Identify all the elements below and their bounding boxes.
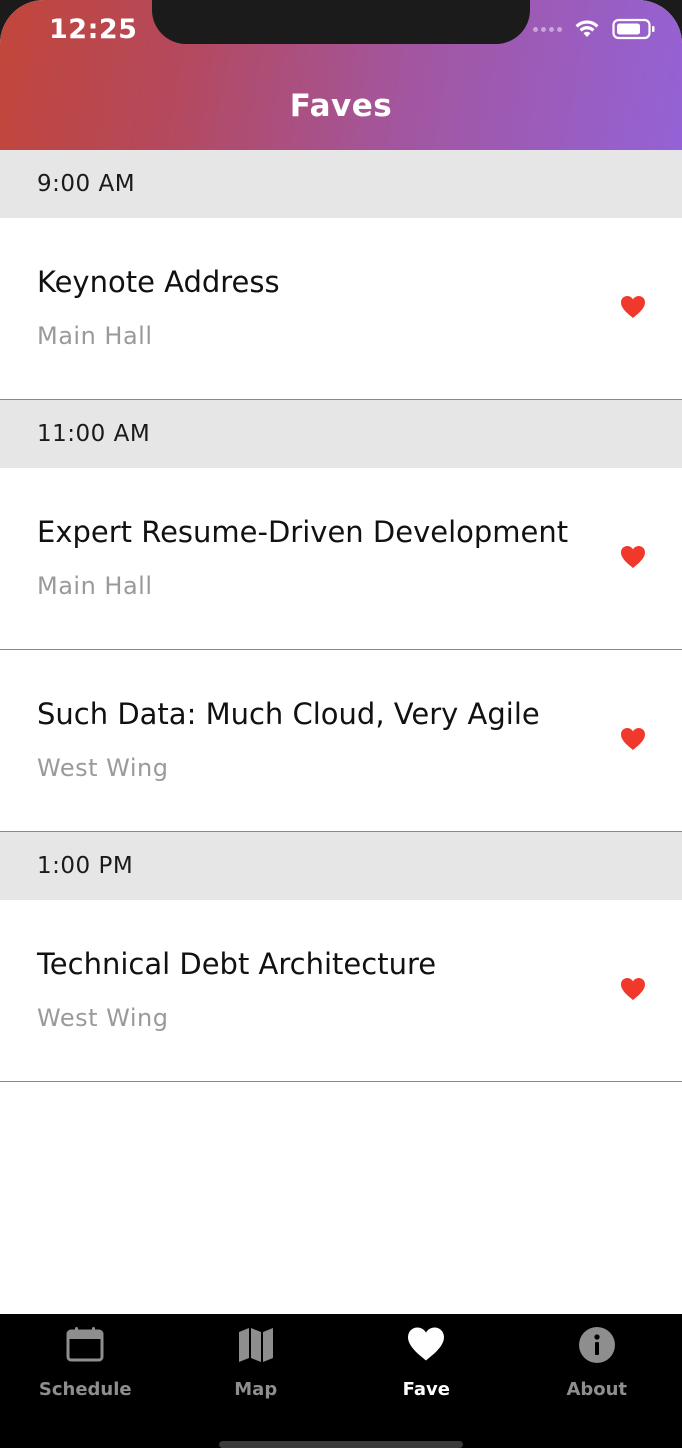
session-location: Main Hall bbox=[37, 322, 153, 350]
home-indicator[interactable] bbox=[219, 1441, 463, 1448]
heart-icon[interactable] bbox=[620, 727, 646, 751]
faves-list[interactable]: 9:00 AM Keynote Address Main Hall 11:00 … bbox=[0, 150, 682, 1082]
session-row[interactable]: Expert Resume-Driven Development Main Ha… bbox=[0, 468, 682, 650]
wifi-icon bbox=[575, 20, 599, 37]
calendar-icon bbox=[66, 1327, 104, 1362]
status-icons bbox=[533, 18, 656, 40]
session-location: West Wing bbox=[37, 1004, 169, 1032]
session-location: Main Hall bbox=[37, 572, 153, 600]
tab-about[interactable]: About bbox=[512, 1314, 682, 1448]
heart-icon[interactable] bbox=[620, 977, 646, 1001]
section-header-time: 11:00 AM bbox=[0, 400, 682, 468]
info-icon bbox=[578, 1327, 615, 1363]
session-row[interactable]: Technical Debt Architecture West Wing bbox=[0, 900, 682, 1082]
session-row[interactable]: Keynote Address Main Hall bbox=[0, 218, 682, 400]
battery-icon bbox=[612, 18, 655, 40]
tab-label: About bbox=[566, 1379, 628, 1400]
page-title: Faves bbox=[289, 88, 393, 124]
section-header-time: 1:00 PM bbox=[0, 832, 682, 900]
session-row[interactable]: Such Data: Much Cloud, Very Agile West W… bbox=[0, 650, 682, 832]
tab-fave[interactable]: Fave bbox=[341, 1314, 512, 1448]
header-bar: 12:25 Faves bbox=[0, 0, 682, 150]
device-notch bbox=[152, 0, 530, 44]
status-time: 12:25 bbox=[49, 14, 138, 45]
session-title: Keynote Address bbox=[37, 265, 280, 299]
cellular-signal-icon bbox=[533, 26, 562, 32]
heart-icon[interactable] bbox=[620, 295, 646, 319]
session-title: Such Data: Much Cloud, Very Agile bbox=[37, 697, 540, 731]
tab-label: Map bbox=[234, 1379, 278, 1400]
app-screen: 12:25 Faves 9:00 AM Keynote Address Main… bbox=[0, 0, 682, 1448]
tab-label: Schedule bbox=[38, 1379, 132, 1400]
map-icon bbox=[238, 1328, 273, 1362]
session-location: West Wing bbox=[37, 754, 169, 782]
tab-schedule[interactable]: Schedule bbox=[0, 1314, 171, 1448]
heart-icon bbox=[408, 1327, 445, 1361]
session-title: Expert Resume-Driven Development bbox=[37, 515, 569, 549]
heart-icon[interactable] bbox=[620, 545, 646, 569]
tab-bar: Schedule Map Fave About bbox=[0, 1314, 682, 1448]
tab-label: Fave bbox=[402, 1379, 450, 1400]
section-header-time: 9:00 AM bbox=[0, 150, 682, 218]
session-title: Technical Debt Architecture bbox=[37, 947, 437, 981]
tab-map[interactable]: Map bbox=[171, 1314, 342, 1448]
